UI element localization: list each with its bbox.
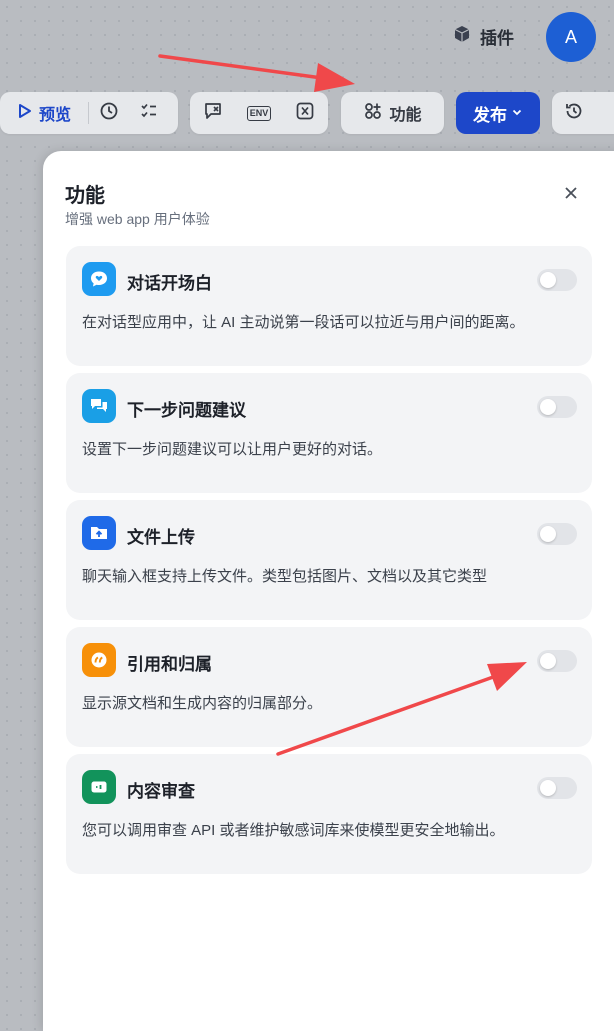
toggle-knob (540, 526, 556, 542)
history-run-button[interactable] (89, 92, 129, 134)
feature-toggle[interactable] (537, 650, 577, 672)
feature-card-moderation: 内容审查 您可以调用审查 API 或者维护敏感词库来使模型更安全地输出。 (66, 754, 592, 874)
preview-toolbar-group: 预览 (0, 92, 178, 134)
feature-card-citations: 引用和归属 显示源文档和生成内容的归属部分。 (66, 627, 592, 747)
close-button[interactable] (559, 183, 583, 207)
play-icon (17, 103, 33, 124)
env-button[interactable]: ENV (236, 92, 282, 134)
version-history-button[interactable] (552, 92, 596, 134)
feature-description: 在对话型应用中，让 AI 主动说第一段话可以拉近与用户间的距离。 (82, 314, 525, 331)
feature-card-suggested-questions: 下一步问题建议 设置下一步问题建议可以让用户更好的对话。 (66, 373, 592, 493)
history-toolbar-group (552, 92, 614, 134)
features-icon (363, 101, 383, 126)
conversation-variable-button[interactable] (190, 92, 236, 134)
features-button[interactable]: 功能 (341, 92, 444, 134)
top-bar: 插件 A (0, 0, 614, 76)
feature-toggle[interactable] (537, 777, 577, 799)
feature-card-opening-statement: 对话开场白 在对话型应用中，让 AI 主动说第一段话可以拉近与用户间的距离。 (66, 246, 592, 366)
feature-title: 对话开场白 (127, 274, 212, 293)
feature-title: 引用和归属 (127, 655, 212, 674)
history-icon (564, 101, 584, 126)
preview-button[interactable]: 预览 (0, 92, 88, 134)
variables-toolbar-group: ENV (190, 92, 328, 134)
avatar-initial: A (564, 26, 577, 47)
feature-description: 设置下一步问题建议可以让用户更好的对话。 (82, 441, 383, 458)
clock-play-icon (99, 101, 119, 126)
toggle-knob (540, 399, 556, 415)
plugin-button[interactable]: 插件 (452, 24, 514, 49)
toggle-knob (540, 653, 556, 669)
variable-x-icon (295, 101, 315, 126)
chat-bubbles-icon (82, 389, 116, 423)
chat-heart-icon (82, 262, 116, 296)
feature-title: 内容审查 (127, 782, 195, 801)
feature-description: 您可以调用审查 API 或者维护敏感词库来使模型更安全地输出。 (82, 822, 505, 839)
toggle-knob (540, 780, 556, 796)
feature-title: 下一步问题建议 (127, 401, 246, 420)
checklist-icon (140, 102, 158, 125)
publish-label: 发布 (473, 105, 507, 125)
checklist-button[interactable] (129, 92, 169, 134)
feature-card-file-upload: 文件上传 聊天输入框支持上传文件。类型包括图片、文档以及其它类型 (66, 500, 592, 620)
folder-upload-icon (82, 516, 116, 550)
feature-description: 显示源文档和生成内容的归属部分。 (82, 695, 323, 712)
feature-toggle[interactable] (537, 523, 577, 545)
env-icon: ENV (246, 105, 272, 121)
variable-button[interactable] (282, 92, 328, 134)
features-toolbar-group: 功能 (341, 92, 444, 134)
features-panel: 功能 增强 web app 用户体验 对话开场白 在对话型应用中，让 AI 主动… (43, 151, 614, 1031)
plugin-label: 插件 (480, 29, 514, 48)
preview-label: 预览 (38, 107, 71, 124)
panel-subtitle: 增强 web app 用户体验 (65, 211, 210, 227)
close-icon (564, 186, 578, 205)
feature-title: 文件上传 (127, 528, 195, 547)
quote-icon (82, 643, 116, 677)
feature-description: 聊天输入框支持上传文件。类型包括图片、文档以及其它类型 (82, 568, 488, 585)
panel-title: 功能 (65, 185, 105, 207)
feature-toggle[interactable] (537, 396, 577, 418)
toggle-knob (540, 272, 556, 288)
feature-toggle[interactable] (537, 269, 577, 291)
cube-icon (452, 24, 472, 49)
features-label: 功能 (389, 107, 422, 124)
avatar[interactable]: A (546, 12, 596, 62)
chat-variable-icon (203, 101, 223, 126)
moderation-icon (82, 770, 116, 804)
publish-button[interactable]: 发布 (456, 92, 540, 134)
chevron-down-icon (511, 103, 523, 123)
